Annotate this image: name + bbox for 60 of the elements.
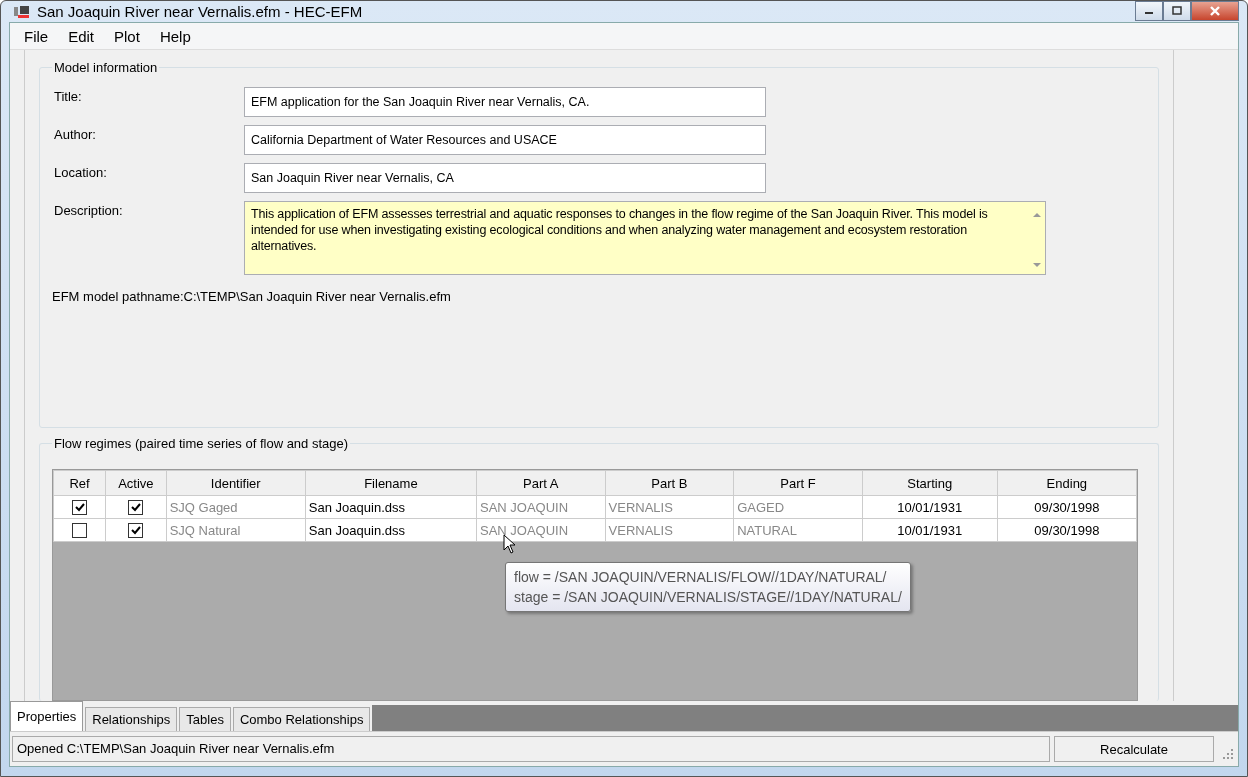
field-label: Author: [53, 126, 97, 142]
column-header[interactable]: Identifier [166, 470, 306, 496]
table-cell: NATURAL [737, 522, 797, 538]
group-title: Flow regimes (paired time series of flow and stage) [53, 436, 350, 451]
table-cell: VERNALIS [608, 522, 673, 538]
app-icon [13, 3, 31, 20]
table-cell: 09/30/1998 [1034, 499, 1100, 515]
close-icon [1208, 5, 1222, 17]
table-cell: GAGED [737, 499, 785, 515]
column-header[interactable]: Part F [733, 470, 863, 496]
status-message: Opened C:\TEMP\San Joaquin River near Vernalis.efm [12, 736, 1050, 762]
scroll-down-icon[interactable] [1032, 262, 1041, 268]
table-cell: 09/30/1998 [1034, 522, 1100, 538]
text-field[interactable]: EFM application for the San Joaquin River near Vernalis, CA. [244, 87, 766, 117]
checkbox[interactable] [72, 523, 88, 539]
tab[interactable]: Properties [10, 701, 84, 731]
table-cell: SJQ Natural [169, 522, 241, 538]
text-field[interactable]: San Joaquin River near Vernalis, CA [244, 163, 766, 193]
table-cell: SAN JOAQUIN [479, 499, 569, 515]
checkbox[interactable] [128, 500, 144, 516]
menu-item[interactable]: File [14, 27, 59, 45]
field-label: Location: [53, 164, 108, 180]
table-cell: San Joaquin.dss [308, 499, 405, 515]
column-header[interactable]: Starting [862, 470, 998, 496]
pathname-text: EFM model pathname:C:\TEMP\San Joaquin River near Vernalis.efm [52, 289, 452, 304]
maximize-icon [1171, 6, 1183, 16]
tab[interactable]: Tables [179, 707, 231, 731]
column-header[interactable]: Part A [476, 470, 606, 496]
description-field[interactable]: This application of EFM assesses terrestrial and aquatic responses to changes in the flow regime of the San Joaquin River. This model is intended for use when investigating existing ecological conditions and when analyzing water management and ecosystem restoration alternatives. [244, 201, 1046, 275]
minimize-button[interactable] [1135, 1, 1163, 21]
checkbox[interactable] [128, 523, 144, 539]
menu-item[interactable]: Edit [58, 27, 105, 45]
resize-grip-icon[interactable] [1222, 748, 1234, 760]
field-label: Title: [53, 88, 83, 104]
column-header[interactable]: Ending [997, 470, 1137, 496]
column-header[interactable]: Part B [605, 470, 734, 496]
table-cell: VERNALIS [608, 499, 673, 515]
tab[interactable]: Combo Relationships [232, 707, 371, 731]
maximize-button[interactable] [1163, 1, 1191, 21]
group-title: Model information [53, 60, 159, 75]
menu-item[interactable]: Plot [104, 27, 150, 45]
tooltip-text: flow = /SAN JOAQUIN/VERNALIS/FLOW//1DAY/NATURAL/ [514, 568, 888, 587]
column-header[interactable]: Filename [305, 470, 477, 496]
checkbox[interactable] [72, 500, 88, 516]
recalculate-button[interactable]: Recalculate [1054, 736, 1214, 762]
scroll-up-icon[interactable] [1032, 212, 1041, 218]
field-label: Description: [53, 202, 124, 218]
tooltip-text: stage = /SAN JOAQUIN/VERNALIS/STAGE//1DAY/NATURAL/ [514, 588, 902, 607]
table-cell: SJQ Gaged [169, 499, 238, 515]
column-header[interactable]: Ref [53, 470, 106, 496]
close-button[interactable] [1191, 1, 1239, 21]
table-cell: 10/01/1931 [897, 522, 963, 538]
table-cell: SAN JOAQUIN [479, 522, 569, 538]
table-cell: San Joaquin.dss [308, 522, 405, 538]
column-header[interactable]: Active [105, 470, 167, 496]
tab[interactable]: Relationships [85, 707, 178, 731]
window-title: San Joaquin River near Vernalis.efm - HEC-EFM [37, 3, 363, 20]
menu-item[interactable]: Help [149, 27, 201, 45]
text-field[interactable]: California Department of Water Resources and USACE [244, 125, 766, 155]
table-cell: 10/01/1931 [897, 499, 963, 515]
